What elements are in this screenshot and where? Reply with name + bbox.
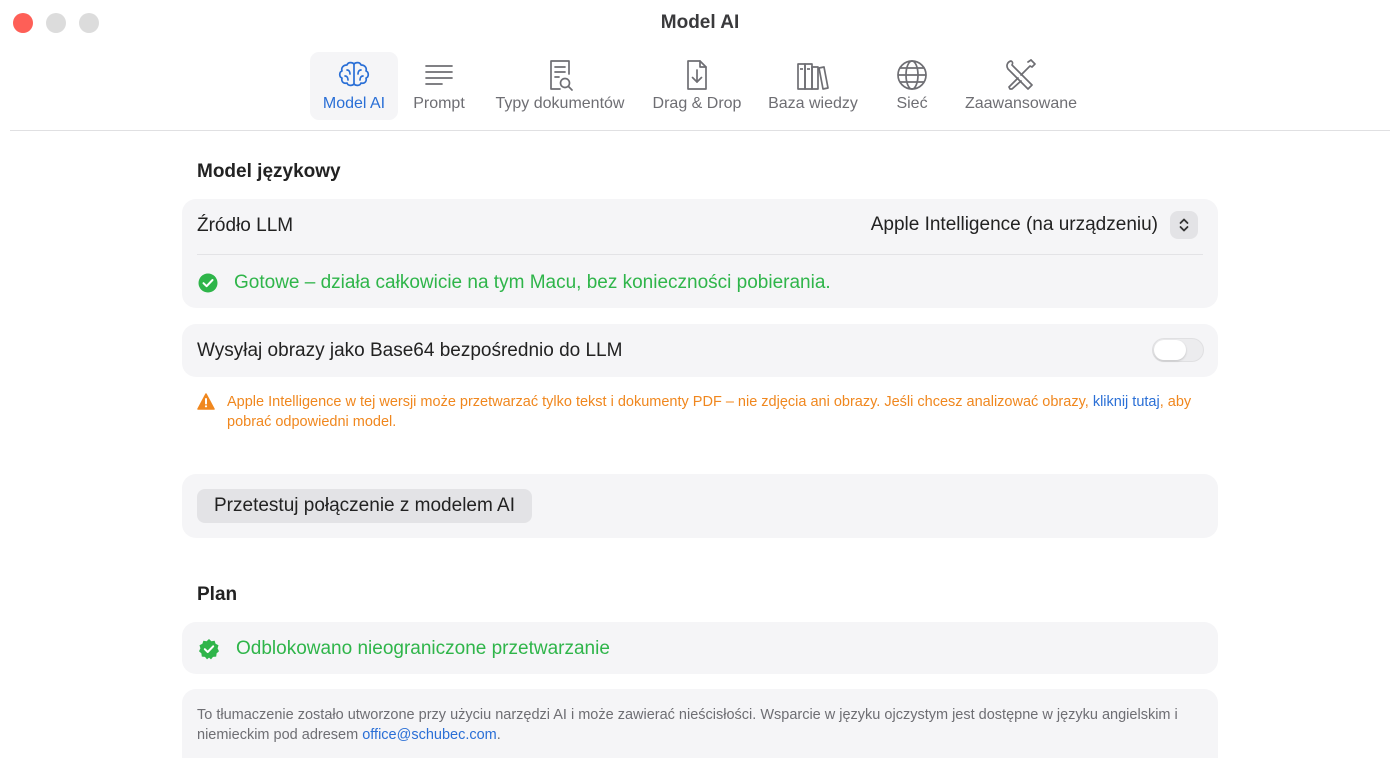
tab-label: Typy dokumentów <box>495 95 625 112</box>
test-connection-button[interactable]: Przetestuj połączenie z modelem AI <box>197 489 532 523</box>
translation-note: To tłumaczenie zostało utworzone przy uż… <box>197 705 1202 745</box>
llm-source-value: Apple Intelligence (na urządzeniu) <box>870 214 1158 235</box>
tab-model-ai[interactable]: Model AI <box>310 52 398 120</box>
tab-advanced[interactable]: Zaawansowane <box>952 52 1090 120</box>
section-title-language-model: Model językowy <box>197 161 341 182</box>
toolbar-divider <box>10 130 1390 131</box>
document-search-icon <box>550 60 573 91</box>
tab-label: Sieć <box>896 95 928 112</box>
llm-source-label: Źródło LLM <box>197 215 294 236</box>
section-title-plan: Plan <box>197 584 238 605</box>
settings-toolbar: Model AI Prompt Typy dokumentów Drag & D… <box>310 52 1090 120</box>
warning-message: Apple Intelligence w tej wersji może prz… <box>197 392 1197 432</box>
tab-document-types[interactable]: Typy dokumentów <box>480 52 640 120</box>
llm-source-select[interactable]: Apple Intelligence (na urządzeniu) <box>871 211 1198 239</box>
preferences-window: Model AI Model AI Prompt Typy dokumentów… <box>0 0 1400 758</box>
base64-toggle[interactable] <box>1152 338 1204 362</box>
tab-label: Drag & Drop <box>652 95 742 112</box>
chevron-up-down-icon <box>1170 211 1198 239</box>
document-download-icon <box>687 60 707 90</box>
llm-source-card: Źródło LLM Apple Intelligence (na urządz… <box>182 199 1218 308</box>
support-email-link[interactable]: office@schubec.com <box>362 727 497 743</box>
card-divider <box>197 254 1203 255</box>
books-icon <box>797 63 829 90</box>
tab-drag-drop[interactable]: Drag & Drop <box>640 52 754 120</box>
tab-label: Prompt <box>413 95 465 112</box>
plan-card: Odblokowano nieograniczone przetwarzanie <box>182 622 1218 674</box>
tab-label: Zaawansowane <box>964 95 1078 112</box>
tab-prompt[interactable]: Prompt <box>398 52 480 120</box>
llm-status: Gotowe – działa całkowicie na tym Macu, … <box>198 272 831 294</box>
download-model-link[interactable]: kliknij tutaj <box>1093 394 1160 410</box>
toggle-knob <box>1154 340 1186 360</box>
llm-status-text: Gotowe – działa całkowicie na tym Macu, … <box>234 272 831 293</box>
tools-icon <box>1006 59 1036 90</box>
tab-network[interactable]: Sieć <box>872 52 952 120</box>
base64-card: Wysyłaj obrazy jako Base64 bezpośrednio … <box>182 324 1218 377</box>
test-connection-card: Przetestuj połączenie z modelem AI <box>182 474 1218 538</box>
warning-text: Apple Intelligence w tej wersji może prz… <box>227 394 1089 410</box>
globe-icon <box>897 60 927 90</box>
plan-status: Odblokowano nieograniczone przetwarzanie <box>198 638 610 660</box>
verified-badge-icon <box>199 639 219 660</box>
window-title: Model AI <box>660 12 740 33</box>
translation-note-text: To tłumaczenie zostało utworzone przy uż… <box>197 707 1178 743</box>
checkmark-circle-icon <box>198 273 218 293</box>
base64-label: Wysyłaj obrazy jako Base64 bezpośrednio … <box>197 340 623 361</box>
tab-label: Baza wiedzy <box>768 95 858 112</box>
tab-knowledge-base[interactable]: Baza wiedzy <box>754 52 872 120</box>
tab-label: Model AI <box>322 95 386 112</box>
translation-note-end: . <box>496 727 501 743</box>
brain-icon <box>338 61 370 87</box>
text-lines-icon <box>425 65 453 85</box>
footer-card: To tłumaczenie zostało utworzone przy uż… <box>182 689 1218 758</box>
plan-status-text: Odblokowano nieograniczone przetwarzanie <box>236 638 610 659</box>
warning-triangle-icon <box>197 393 215 410</box>
